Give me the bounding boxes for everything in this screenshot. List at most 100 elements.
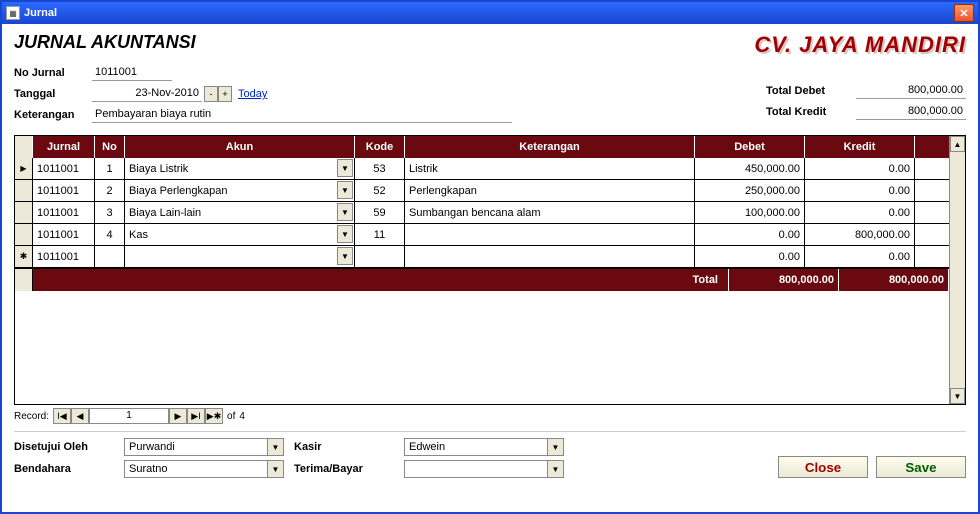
- col-header-no[interactable]: No: [95, 136, 125, 158]
- cell-debet[interactable]: 0.00: [695, 246, 805, 267]
- cell-jurnal[interactable]: 1011001: [33, 246, 95, 267]
- terima-combo[interactable]: ▼: [404, 460, 564, 478]
- nav-last-button[interactable]: ▶I: [187, 408, 205, 424]
- date-minus-button[interactable]: -: [204, 86, 218, 102]
- cell-kredit[interactable]: 800,000.00: [805, 224, 915, 245]
- vertical-scrollbar[interactable]: ▲ ▼: [949, 136, 965, 404]
- cell-kredit[interactable]: 0.00: [805, 180, 915, 201]
- kasir-combo[interactable]: Edwein ▼: [404, 438, 564, 456]
- cell-jurnal[interactable]: 1011001: [33, 202, 95, 223]
- no-jurnal-field[interactable]: 1011001: [92, 65, 172, 81]
- record-navigator: Record: I◀ ◀ 1 ▶ ▶I ▶✱ of 4: [14, 407, 966, 425]
- chevron-down-icon[interactable]: ▼: [267, 439, 283, 455]
- chevron-down-icon[interactable]: ▼: [267, 461, 283, 477]
- close-icon[interactable]: ✕: [954, 4, 974, 22]
- nav-first-button[interactable]: I◀: [53, 408, 71, 424]
- cell-no[interactable]: [95, 246, 125, 267]
- terima-label: Terima/Bayar: [294, 463, 394, 475]
- col-header-keterangan[interactable]: Keterangan: [405, 136, 695, 158]
- cell-debet[interactable]: 450,000.00: [695, 158, 805, 179]
- cell-no[interactable]: 3: [95, 202, 125, 223]
- total-debet-value: 800,000.00: [856, 83, 966, 99]
- table-row[interactable]: 10110013Biaya Lain-lain▼59Sumbangan benc…: [15, 202, 949, 224]
- kasir-label: Kasir: [294, 441, 394, 453]
- table-row[interactable]: 1011001 ▼ 0.000.00: [15, 246, 949, 268]
- chevron-down-icon[interactable]: ▼: [337, 225, 353, 243]
- close-button[interactable]: Close: [778, 456, 868, 478]
- chevron-down-icon[interactable]: ▼: [337, 247, 353, 265]
- cell-debet[interactable]: 250,000.00: [695, 180, 805, 201]
- nav-position[interactable]: 1: [89, 408, 169, 424]
- chevron-down-icon[interactable]: ▼: [547, 461, 563, 477]
- grid-total-label: Total: [33, 269, 729, 291]
- cell-kredit[interactable]: 0.00: [805, 246, 915, 267]
- today-link[interactable]: Today: [238, 88, 267, 100]
- cell-akun[interactable]: Biaya Lain-lain▼: [125, 202, 355, 223]
- table-row[interactable]: 10110014Kas▼11 0.00800,000.00: [15, 224, 949, 246]
- disetujui-label: Disetujui Oleh: [14, 441, 114, 453]
- scroll-down-button[interactable]: ▼: [950, 388, 965, 404]
- nav-prev-button[interactable]: ◀: [71, 408, 89, 424]
- date-plus-button[interactable]: +: [218, 86, 232, 102]
- table-row[interactable]: 10110011Biaya Listrik▼53Listrik450,000.0…: [15, 158, 949, 180]
- col-header-kredit[interactable]: Kredit: [805, 136, 915, 158]
- nav-total: 4: [239, 411, 245, 422]
- nav-next-button[interactable]: ▶: [169, 408, 187, 424]
- titlebar: ▦ Jurnal ✕: [2, 2, 978, 24]
- cell-akun[interactable]: Biaya Listrik▼: [125, 158, 355, 179]
- chevron-down-icon[interactable]: ▼: [337, 203, 353, 221]
- cell-kode[interactable]: 52: [355, 180, 405, 201]
- cell-kode[interactable]: [355, 246, 405, 267]
- cell-keterangan[interactable]: Listrik: [405, 158, 695, 179]
- col-header-debet[interactable]: Debet: [695, 136, 805, 158]
- row-marker: [15, 246, 33, 267]
- bendahara-combo[interactable]: Suratno ▼: [124, 460, 284, 478]
- cell-debet[interactable]: 0.00: [695, 224, 805, 245]
- cell-debet[interactable]: 100,000.00: [695, 202, 805, 223]
- no-jurnal-label: No Jurnal: [14, 67, 92, 79]
- chevron-down-icon[interactable]: ▼: [337, 159, 353, 177]
- table-row[interactable]: 10110012Biaya Perlengkapan▼52Perlengkapa…: [15, 180, 949, 202]
- keterangan-field[interactable]: Pembayaran biaya rutin: [92, 107, 512, 123]
- disetujui-combo[interactable]: Purwandi ▼: [124, 438, 284, 456]
- col-header-kode[interactable]: Kode: [355, 136, 405, 158]
- cell-akun[interactable]: Kas▼: [125, 224, 355, 245]
- scroll-up-button[interactable]: ▲: [950, 136, 965, 152]
- keterangan-label: Keterangan: [14, 109, 92, 121]
- cell-kredit[interactable]: 0.00: [805, 158, 915, 179]
- chevron-down-icon[interactable]: ▼: [337, 181, 353, 199]
- journal-window: ▦ Jurnal ✕ JURNAL AKUNTANSI CV. JAYA MAN…: [0, 0, 980, 514]
- cell-kode[interactable]: 53: [355, 158, 405, 179]
- cell-kode[interactable]: 59: [355, 202, 405, 223]
- tanggal-field[interactable]: 23-Nov-2010: [92, 86, 202, 102]
- bendahara-label: Bendahara: [14, 463, 114, 475]
- row-marker: [15, 180, 33, 201]
- chevron-down-icon[interactable]: ▼: [547, 439, 563, 455]
- save-button[interactable]: Save: [876, 456, 966, 478]
- total-kredit-label: Total Kredit: [766, 106, 856, 118]
- nav-new-button[interactable]: ▶✱: [205, 408, 223, 424]
- grid-total-kredit: 800,000.00: [839, 269, 949, 291]
- cell-no[interactable]: 1: [95, 158, 125, 179]
- cell-keterangan[interactable]: Sumbangan bencana alam: [405, 202, 695, 223]
- col-header-akun[interactable]: Akun: [125, 136, 355, 158]
- cell-keterangan[interactable]: [405, 224, 695, 245]
- cell-keterangan[interactable]: Perlengkapan: [405, 180, 695, 201]
- nav-label: Record:: [14, 411, 49, 422]
- cell-kredit[interactable]: 0.00: [805, 202, 915, 223]
- cell-keterangan[interactable]: [405, 246, 695, 267]
- cell-jurnal[interactable]: 1011001: [33, 180, 95, 201]
- row-marker: [15, 158, 33, 179]
- cell-akun[interactable]: ▼: [125, 246, 355, 267]
- company-name: CV. JAYA MANDIRI: [754, 32, 966, 58]
- cell-jurnal[interactable]: 1011001: [33, 158, 95, 179]
- grid-total-debet: 800,000.00: [729, 269, 839, 291]
- cell-no[interactable]: 2: [95, 180, 125, 201]
- grid-header: Jurnal No Akun Kode Keterangan Debet Kre…: [15, 136, 949, 158]
- cell-jurnal[interactable]: 1011001: [33, 224, 95, 245]
- cell-kode[interactable]: 11: [355, 224, 405, 245]
- cell-no[interactable]: 4: [95, 224, 125, 245]
- cell-akun[interactable]: Biaya Perlengkapan▼: [125, 180, 355, 201]
- row-marker: [15, 202, 33, 223]
- col-header-jurnal[interactable]: Jurnal: [33, 136, 95, 158]
